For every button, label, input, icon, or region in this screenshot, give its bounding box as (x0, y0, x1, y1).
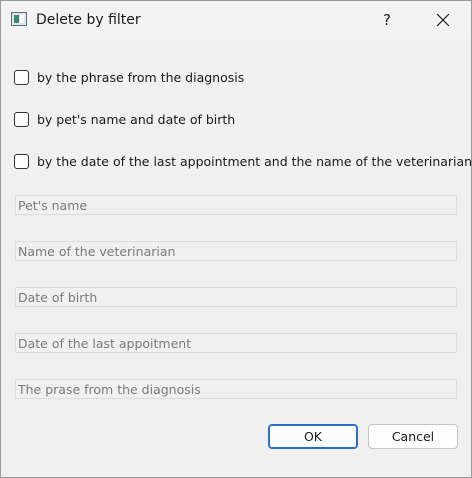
filter-option-pet-name-birth[interactable]: by pet's name and date of birth (14, 110, 235, 128)
delete-by-filter-dialog: Delete by filter ? by the phrase from th… (0, 0, 472, 478)
window-title: Delete by filter (36, 12, 141, 28)
veterinarian-name-input[interactable] (15, 241, 457, 261)
filter-checkbox-diagnosis-phrase[interactable] (14, 69, 29, 85)
close-button[interactable] (419, 1, 467, 39)
pet-name-input[interactable] (15, 195, 457, 215)
filter-checkbox-pet-name-birth[interactable] (14, 111, 29, 127)
diagnosis-phrase-input[interactable] (15, 379, 457, 399)
help-button[interactable]: ? (367, 1, 407, 39)
filter-option-appointment-vet[interactable]: by the date of the last appointment and … (14, 152, 472, 170)
last-appointment-date-input[interactable] (15, 333, 457, 353)
filter-label-pet-name-birth: by pet's name and date of birth (37, 111, 236, 127)
ok-button[interactable]: OK (268, 424, 358, 449)
cancel-button[interactable]: Cancel (368, 424, 458, 449)
app-icon (11, 12, 27, 26)
filter-option-diagnosis-phrase[interactable]: by the phrase from the diagnosis (14, 68, 244, 86)
filter-label-appointment-vet: by the date of the last appointment and … (37, 153, 472, 169)
title-bar[interactable]: Delete by filter ? (1, 1, 471, 39)
date-of-birth-input[interactable] (15, 287, 457, 307)
close-icon (436, 13, 450, 27)
filter-checkbox-appointment-vet[interactable] (14, 153, 29, 169)
filter-label-diagnosis-phrase: by the phrase from the diagnosis (37, 69, 245, 85)
